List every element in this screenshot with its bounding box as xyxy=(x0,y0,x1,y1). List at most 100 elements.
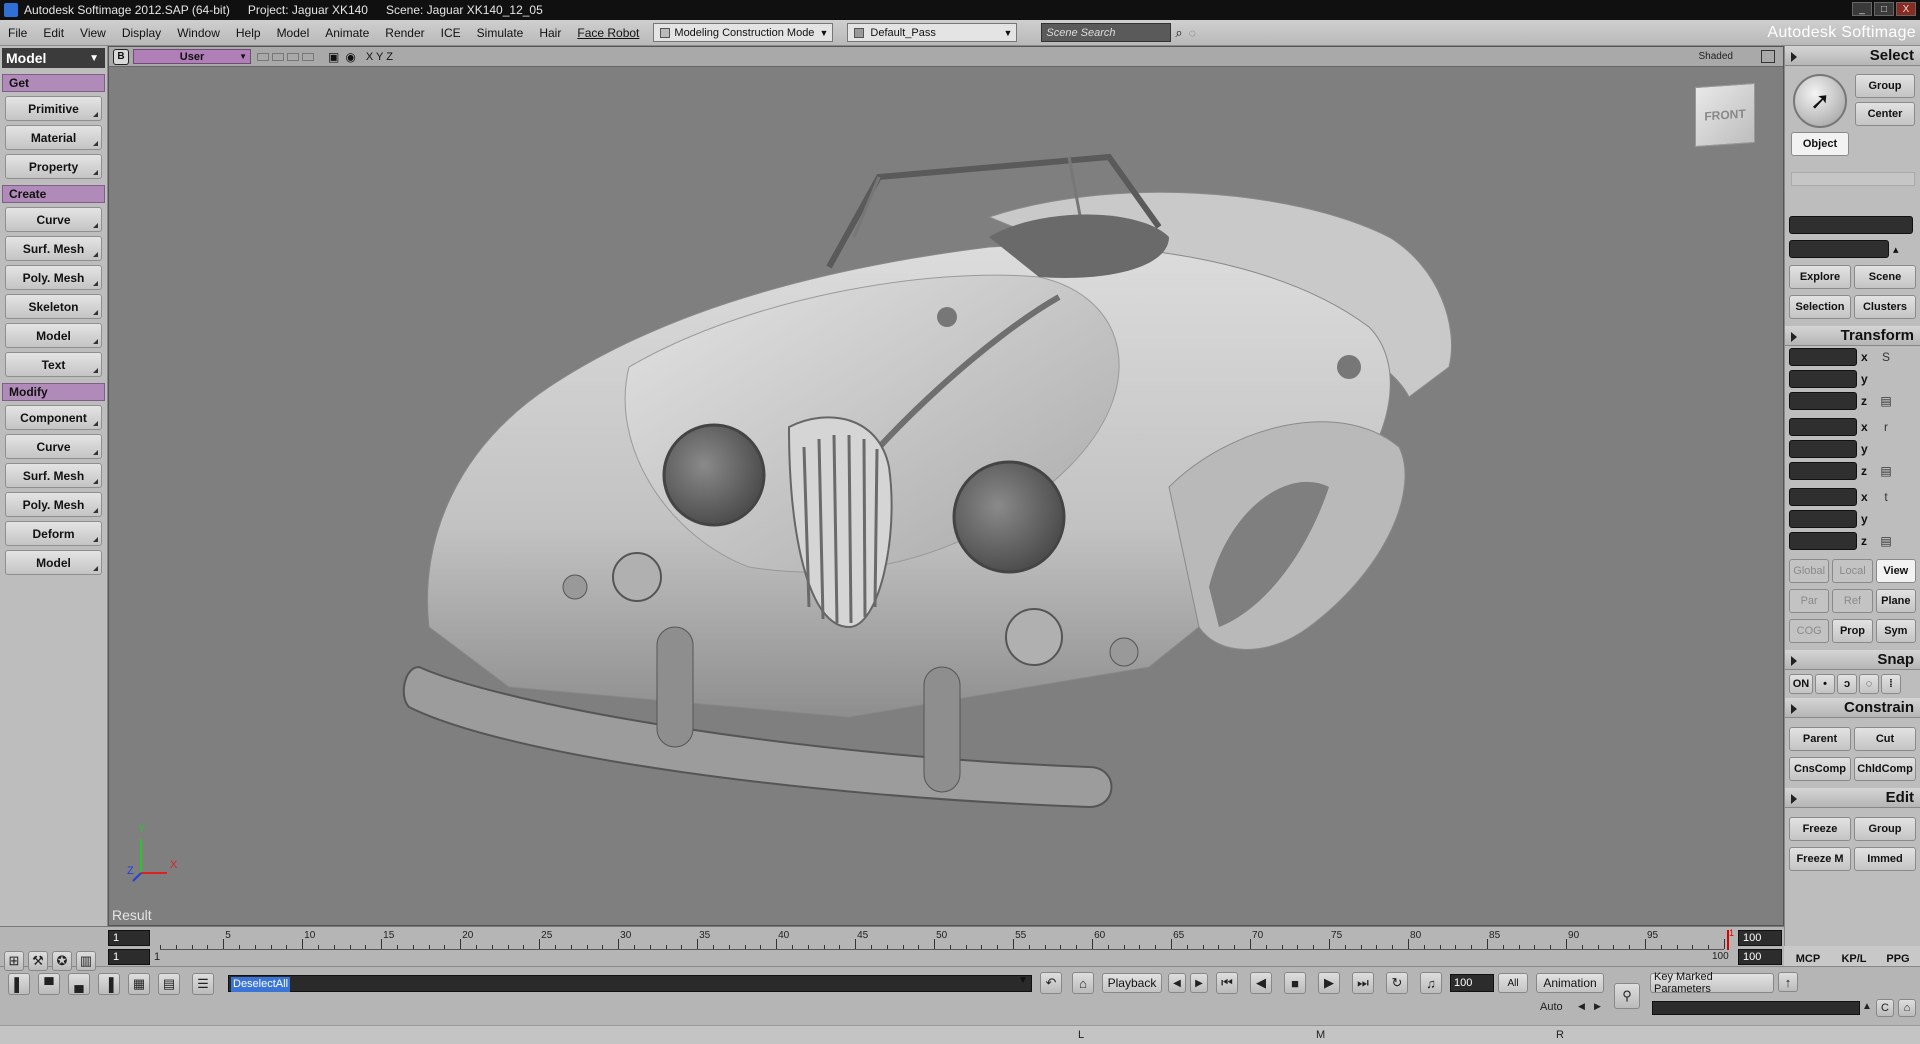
clear-icon[interactable]: C xyxy=(1876,999,1894,1017)
auto-key-label[interactable]: Auto xyxy=(1540,1001,1563,1013)
layout-button[interactable] xyxy=(272,52,284,61)
create-model-button[interactable]: Model xyxy=(5,323,102,348)
menu-animate[interactable]: Animate xyxy=(317,26,377,40)
toolbar-toggle-icon[interactable]: ⊞ xyxy=(4,951,24,971)
menu-face-robot[interactable]: Face Robot xyxy=(569,26,647,40)
layout-button[interactable] xyxy=(257,52,269,61)
key-set-field[interactable] xyxy=(1652,1001,1860,1015)
edit-group-button[interactable]: Group xyxy=(1854,817,1916,841)
axis-z-label[interactable]: z xyxy=(1861,394,1875,408)
layout-top-icon[interactable]: ▀ xyxy=(38,973,60,995)
parent-button[interactable]: Parent xyxy=(1789,727,1851,751)
menu-window[interactable]: Window xyxy=(169,26,228,40)
snap-section-header[interactable]: Snap xyxy=(1785,650,1920,670)
menu-ice[interactable]: ICE xyxy=(433,26,469,40)
tab-ppg[interactable]: PPG xyxy=(1878,949,1918,969)
local-button[interactable]: Local xyxy=(1832,559,1873,583)
menu-help[interactable]: Help xyxy=(228,26,269,40)
range-start-field[interactable]: 1 xyxy=(108,949,150,965)
next-key-arrow-icon[interactable]: ▶ xyxy=(1594,1001,1601,1012)
lock-icon[interactable]: ▤ xyxy=(1879,534,1893,548)
playback-button[interactable]: Playback xyxy=(1102,973,1162,993)
eye-icon[interactable]: ◉ xyxy=(345,50,355,64)
menu-simulate[interactable]: Simulate xyxy=(469,26,532,40)
section-modify[interactable]: Modify xyxy=(2,383,105,401)
close-button[interactable]: X xyxy=(1896,2,1916,16)
snap-grid-icon[interactable]: ⁞ xyxy=(1881,674,1901,694)
layout-left-icon[interactable]: ▌ xyxy=(8,973,30,995)
layout-icon[interactable]: ▥ xyxy=(76,951,96,971)
cog-button[interactable]: COG xyxy=(1789,619,1830,643)
lock-icon[interactable]: ⌂ xyxy=(1072,972,1094,994)
search-icon[interactable]: ⌕ xyxy=(1175,25,1182,41)
cut-button[interactable]: Cut xyxy=(1854,727,1916,751)
axis-z-label[interactable]: z xyxy=(1861,534,1875,548)
scene-search-input[interactable]: Scene Search xyxy=(1041,23,1172,42)
snap-on-button[interactable]: ON xyxy=(1789,674,1813,694)
snap-point-icon[interactable]: • xyxy=(1815,674,1835,694)
edit-section-header[interactable]: Edit xyxy=(1785,788,1920,808)
ref-button[interactable]: Ref xyxy=(1832,589,1873,613)
select-center-button[interactable]: Center xyxy=(1855,102,1915,126)
axis-y-label[interactable]: y xyxy=(1861,442,1875,456)
pass-dropdown[interactable]: Default_Pass ▼ xyxy=(847,23,1018,42)
prev-key-arrow-icon[interactable]: ◀ xyxy=(1578,1001,1585,1012)
menu-display[interactable]: Display xyxy=(114,26,169,40)
sym-button[interactable]: Sym xyxy=(1875,619,1916,643)
all-button[interactable]: All xyxy=(1498,973,1528,993)
start-frame-field[interactable]: 1 xyxy=(108,930,150,946)
select-object-button[interactable]: Object xyxy=(1791,132,1849,156)
scale-x-field[interactable] xyxy=(1789,348,1857,366)
menu-model[interactable]: Model xyxy=(269,26,318,40)
maximize-button[interactable]: □ xyxy=(1874,2,1894,16)
scale-y-field[interactable] xyxy=(1789,370,1857,388)
translate-z-field[interactable] xyxy=(1789,532,1857,550)
clear-search-icon[interactable]: ◌ xyxy=(1189,26,1196,40)
layout-quad-icon[interactable]: ▦ xyxy=(128,973,150,995)
layout-button[interactable] xyxy=(302,52,314,61)
rotate-x-field[interactable] xyxy=(1789,418,1857,436)
transform-section-header[interactable]: Transform xyxy=(1785,326,1920,346)
selection-filter-field[interactable] xyxy=(1789,240,1889,258)
rotate-z-field[interactable] xyxy=(1789,462,1857,480)
get-material-button[interactable]: Material xyxy=(5,125,102,150)
create-curve-button[interactable]: Curve xyxy=(5,207,102,232)
layout-bottom-icon[interactable]: ▄ xyxy=(68,973,90,995)
undo-history-icon[interactable]: ↶ xyxy=(1040,972,1062,994)
palette-icon[interactable]: ✪ xyxy=(52,951,72,971)
selection-button[interactable]: Selection xyxy=(1789,295,1851,319)
axes-toggle[interactable]: X Y Z xyxy=(366,51,393,63)
rotate-icon[interactable]: r xyxy=(1879,420,1893,434)
plane-button[interactable]: Plane xyxy=(1875,589,1916,613)
selection-name-field[interactable] xyxy=(1789,216,1913,234)
modify-surf-mesh-button[interactable]: Surf. Mesh xyxy=(5,463,102,488)
chevron-up-icon[interactable]: ▲ xyxy=(1862,1001,1872,1012)
select-group-button[interactable]: Group xyxy=(1855,74,1915,98)
timeline-ruler[interactable]: 5 10 15 20 25 30 35 40 45 50 55 60 65 70 75 80 85 90 95 xyxy=(160,930,1725,950)
axis-y-label[interactable]: y xyxy=(1861,512,1875,526)
last-frame-icon[interactable]: ⏭ xyxy=(1352,972,1374,994)
prev-frame-icon[interactable]: ◀ xyxy=(1250,972,1272,994)
stop-icon[interactable]: ■ xyxy=(1284,972,1306,994)
axis-y-label[interactable]: y xyxy=(1861,372,1875,386)
get-property-button[interactable]: Property xyxy=(5,154,102,179)
prev-key-icon[interactable]: ◀ xyxy=(1168,973,1186,993)
viewport-letter-badge[interactable]: B xyxy=(113,48,129,65)
scale-icon[interactable]: S xyxy=(1879,350,1893,364)
3d-viewport[interactable]: B User ▼ ▣ ◉ X Y Z Shaded FRONT Y X Z Re… xyxy=(108,46,1784,926)
axis-x-label[interactable]: x xyxy=(1861,350,1875,364)
key-marker-icon[interactable]: ↑ xyxy=(1778,972,1798,992)
tab-kpl[interactable]: KP/L xyxy=(1834,949,1874,969)
layout-right-icon[interactable]: ▐ xyxy=(98,973,120,995)
range-end-field[interactable]: 100 xyxy=(1738,949,1782,965)
select-arrow-icon[interactable]: ➚ xyxy=(1793,74,1847,128)
maximize-viewport-icon[interactable] xyxy=(1761,50,1775,63)
modify-poly-mesh-button[interactable]: Poly. Mesh xyxy=(5,492,102,517)
audio-icon[interactable]: ♫ xyxy=(1420,972,1442,994)
create-surf-mesh-button[interactable]: Surf. Mesh xyxy=(5,236,102,261)
rotate-y-field[interactable] xyxy=(1789,440,1857,458)
shading-mode-label[interactable]: Shaded xyxy=(1699,51,1733,62)
view-cube[interactable]: FRONT xyxy=(1695,82,1755,148)
key-icon[interactable]: ⚲ xyxy=(1614,983,1640,1009)
axis-z-label[interactable]: z xyxy=(1861,464,1875,478)
